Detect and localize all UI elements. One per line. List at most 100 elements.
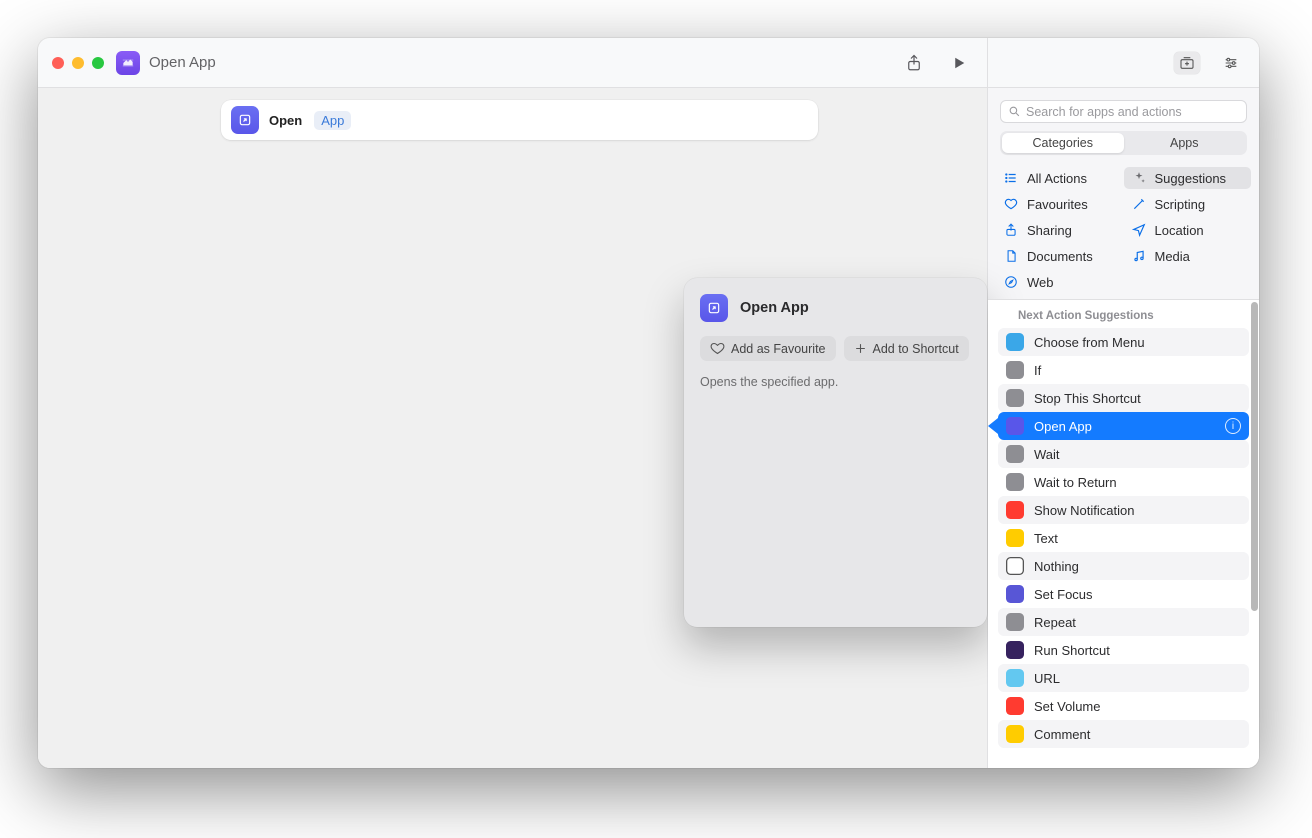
cat-media[interactable]: Media <box>1124 245 1252 267</box>
action-row-icon <box>1006 417 1024 435</box>
action-row[interactable]: Nothing <box>998 552 1249 580</box>
seg-categories[interactable]: Categories <box>1002 133 1124 153</box>
action-row-icon <box>1006 529 1024 547</box>
action-row[interactable]: Repeat <box>998 608 1249 636</box>
library-tab-button[interactable] <box>1174 52 1200 74</box>
action-row-icon <box>1006 473 1024 491</box>
close-window-button[interactable] <box>52 57 64 69</box>
add-to-shortcut-button[interactable]: Add to Shortcut <box>844 336 969 361</box>
action-row-label: Choose from Menu <box>1034 335 1145 350</box>
settings-tab-button[interactable] <box>1218 52 1244 74</box>
window-controls <box>52 57 104 69</box>
action-row[interactable]: Set Volume <box>998 692 1249 720</box>
action-row-icon <box>1006 725 1024 743</box>
cat-documents[interactable]: Documents <box>996 245 1124 267</box>
action-row[interactable]: URL <box>998 664 1249 692</box>
action-row[interactable]: Run Shortcut <box>998 636 1249 664</box>
cat-suggestions[interactable]: Suggestions <box>1124 167 1252 189</box>
action-row[interactable]: Show Notification <box>998 496 1249 524</box>
action-list: Next Action Suggestions Choose from Menu… <box>988 299 1259 768</box>
seg-apps[interactable]: Apps <box>1124 133 1246 153</box>
main-pane: Open App Open App <box>38 38 987 768</box>
action-row-label: Nothing <box>1034 559 1079 574</box>
open-app-icon <box>231 106 259 134</box>
action-row-icon <box>1006 333 1024 351</box>
sidebar-toolbar <box>988 38 1259 88</box>
action-row-label: Text <box>1034 531 1058 546</box>
heart-icon <box>710 341 725 356</box>
sparkle-icon <box>1131 170 1147 186</box>
minimize-window-button[interactable] <box>72 57 84 69</box>
library-sidebar: Search for apps and actions Categories A… <box>987 38 1259 768</box>
action-row[interactable]: Set Focus <box>998 580 1249 608</box>
action-row-icon <box>1006 585 1024 603</box>
editor-toolbar: Open App <box>38 38 987 88</box>
cat-all-actions[interactable]: All Actions <box>996 167 1124 189</box>
action-row-icon <box>1006 445 1024 463</box>
action-row-label: Show Notification <box>1034 503 1134 518</box>
action-row-label: Open App <box>1034 419 1092 434</box>
share-button[interactable] <box>896 49 932 77</box>
action-row-icon <box>1006 697 1024 715</box>
action-open-app[interactable]: Open App <box>221 100 818 140</box>
action-row[interactable]: If <box>998 356 1249 384</box>
action-info-popover: Open App Add as Favourite Add to Shortcu… <box>684 278 987 627</box>
plus-icon <box>854 342 867 355</box>
cat-location[interactable]: Location <box>1124 219 1252 241</box>
action-row[interactable]: Wait <box>998 440 1249 468</box>
action-row-label: Wait <box>1034 447 1060 462</box>
popover-description: Opens the specified app. <box>700 375 971 389</box>
open-app-icon <box>700 294 728 322</box>
action-row-icon <box>1006 669 1024 687</box>
action-row[interactable]: Open App i <box>998 412 1249 440</box>
action-row-label: URL <box>1034 671 1060 686</box>
library-segmented-control[interactable]: Categories Apps <box>1000 131 1247 155</box>
action-row[interactable]: Wait to Return <box>998 468 1249 496</box>
popover-title: Open App <box>740 300 809 316</box>
action-row-label: Run Shortcut <box>1034 643 1110 658</box>
cat-scripting[interactable]: Scripting <box>1124 193 1252 215</box>
search-input[interactable]: Search for apps and actions <box>1000 100 1247 123</box>
action-row-icon <box>1006 641 1024 659</box>
action-row-label: Set Focus <box>1034 587 1093 602</box>
shortcut-editor-window: Open App Open App <box>38 38 1259 768</box>
category-grid: All Actions Suggestions Favourites Scrip… <box>988 155 1259 299</box>
scrollbar[interactable] <box>1251 302 1258 611</box>
add-favourite-button[interactable]: Add as Favourite <box>700 336 836 361</box>
action-row[interactable]: Comment <box>998 720 1249 748</box>
action-row-icon <box>1006 389 1024 407</box>
action-row-icon <box>1006 557 1024 575</box>
action-row-label: Wait to Return <box>1034 475 1117 490</box>
location-icon <box>1131 222 1147 238</box>
action-row-label: Set Volume <box>1034 699 1101 714</box>
action-row-label: Stop This Shortcut <box>1034 391 1141 406</box>
music-icon <box>1131 248 1147 264</box>
shortcut-title[interactable]: Open App <box>149 54 216 71</box>
action-row-icon <box>1006 501 1024 519</box>
action-label: Open <box>269 113 302 128</box>
action-row[interactable]: Stop This Shortcut <box>998 384 1249 412</box>
action-row-icon <box>1006 361 1024 379</box>
shortcut-icon[interactable] <box>116 51 140 75</box>
search-placeholder: Search for apps and actions <box>1026 105 1182 119</box>
info-icon[interactable]: i <box>1225 418 1241 434</box>
cat-favourites[interactable]: Favourites <box>996 193 1124 215</box>
heart-icon <box>1003 196 1019 212</box>
list-heading: Next Action Suggestions <box>988 300 1259 328</box>
action-param-app[interactable]: App <box>314 111 351 130</box>
add-favourite-label: Add as Favourite <box>731 342 826 356</box>
action-row[interactable]: Text <box>998 524 1249 552</box>
action-row-label: Comment <box>1034 727 1090 742</box>
safari-icon <box>1003 274 1019 290</box>
share-icon <box>1003 222 1019 238</box>
action-row-label: If <box>1034 363 1041 378</box>
add-to-shortcut-label: Add to Shortcut <box>873 342 959 356</box>
run-button[interactable] <box>941 49 977 77</box>
cat-web[interactable]: Web <box>996 271 1124 293</box>
editor-canvas[interactable]: Open App Open App Add as Favourite <box>38 88 987 768</box>
action-row[interactable]: Choose from Menu <box>998 328 1249 356</box>
list-icon <box>1003 170 1019 186</box>
zoom-window-button[interactable] <box>92 57 104 69</box>
cat-sharing[interactable]: Sharing <box>996 219 1124 241</box>
action-row-icon <box>1006 613 1024 631</box>
